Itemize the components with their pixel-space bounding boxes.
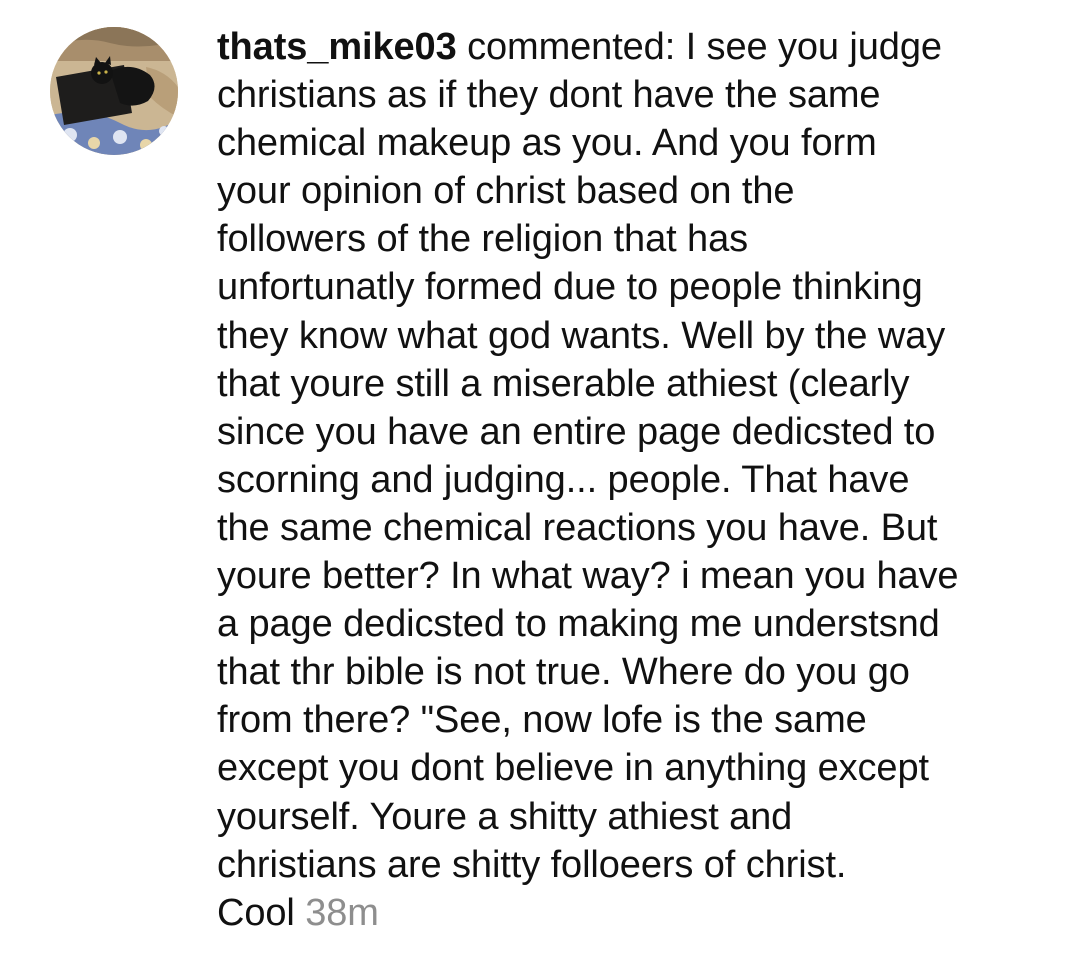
comment-line: a page dedicsted to making me understsnd xyxy=(217,603,940,646)
comment-line: except you dont believe in anything exce… xyxy=(217,747,929,790)
comment-line: since you have an entire page dedicsted … xyxy=(217,410,936,453)
comment-line: followers of the religion that has xyxy=(217,218,749,261)
comment-line: chemical makeup as you. And you form xyxy=(217,122,877,165)
comment-line: christians as if they dont have the same xyxy=(217,74,881,117)
comment-line: they know what god wants. Well by the wa… xyxy=(217,314,946,357)
comment-text-start: I see you judge xyxy=(685,26,942,68)
comment-line: that thr bible is not true. Where do you… xyxy=(217,651,910,694)
comment-line: the same chemical reactions you have. Bu… xyxy=(217,506,938,549)
comment-line: from there? "See, now lofe is the same xyxy=(217,699,867,742)
comment-text-end: Cool xyxy=(217,891,295,934)
comment-notification[interactable]: thats_mike03 commented: I see you judge … xyxy=(0,0,1073,960)
comment-line: christians are shitty folloeers of chris… xyxy=(217,843,847,886)
comment-line: that youre still a miserable athiest (cl… xyxy=(217,362,910,405)
comment-line: youre better? In what way? i mean you ha… xyxy=(217,555,959,598)
comment-line: your opinion of christ based on the xyxy=(217,170,795,213)
user-avatar[interactable] xyxy=(50,27,178,155)
comment-line: scorning and judging... people. That hav… xyxy=(217,458,910,501)
action-text: commented: xyxy=(467,26,676,68)
avatar-photo xyxy=(50,27,178,155)
comment-last-line: Cool 38m xyxy=(217,889,1067,937)
timestamp: 38m xyxy=(305,891,379,934)
comment-line: unfortunatly formed due to people thinki… xyxy=(217,266,923,309)
comment-first-line: thats_mike03 commented: I see you judge xyxy=(217,23,1067,71)
username-link[interactable]: thats_mike03 xyxy=(217,26,457,68)
comment-body: thats_mike03 commented: I see you judge … xyxy=(217,23,1067,937)
comment-line: yourself. Youre a shitty athiest and xyxy=(217,795,793,838)
